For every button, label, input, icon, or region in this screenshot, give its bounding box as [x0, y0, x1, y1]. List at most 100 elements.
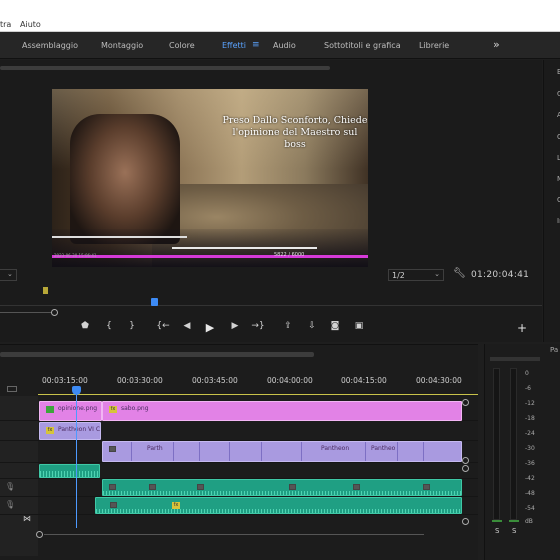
clip-cut [365, 442, 366, 461]
microphone-icon[interactable]: 🎙︎ [5, 500, 15, 509]
play-icon[interactable]: ▶︎ [203, 321, 217, 334]
microphone-icon[interactable]: 🎙︎ [5, 482, 15, 491]
zoom-handle[interactable] [51, 309, 58, 316]
clip-cut [131, 442, 132, 461]
timeline-clip-v1[interactable]: Parth Pantheon Pantheo [102, 441, 462, 462]
meter-scale-label: -36 [525, 460, 535, 467]
export-frame-icon[interactable]: ◙ [328, 321, 342, 331]
timeline-audio-clip[interactable]: fx [95, 497, 462, 514]
ruler-label: 00:03:45:00 [192, 376, 238, 385]
mark-in-icon[interactable]: { [102, 321, 116, 331]
meter-channel-right [510, 368, 517, 520]
solo-button[interactable]: S [495, 527, 499, 535]
video-caption: Preso Dallo Sconforto, Chiede l'opinione… [222, 115, 368, 150]
audio-meter-tab[interactable] [490, 357, 540, 361]
wrench-icon[interactable]: 🔧︎ [453, 268, 466, 279]
meter-scale-label: -30 [525, 445, 535, 452]
panel-tab[interactable]: Pa [550, 346, 558, 354]
ruler-label: 00:04:15:00 [341, 376, 387, 385]
workspace-tab-audio[interactable]: Audio [273, 41, 296, 50]
timeline-audio-clip[interactable] [102, 479, 462, 496]
app-menubar: tra Aiuto [0, 0, 560, 32]
nested-audio-icon [109, 484, 116, 490]
clip-cut [301, 442, 302, 461]
meter-scale-label: -48 [525, 490, 535, 497]
double-chevron-right-icon[interactable]: » [493, 38, 500, 51]
extract-icon[interactable]: ⇩ [305, 321, 319, 331]
monitor-playhead[interactable] [151, 298, 158, 306]
clip-cut [397, 442, 398, 461]
workspace-tab-assembly[interactable]: Assemblaggio [22, 41, 78, 50]
go-to-in-icon[interactable]: {← [156, 321, 170, 331]
clip-name: opinione.png [58, 405, 98, 412]
audio-waveform [40, 471, 99, 477]
mark-out-icon[interactable]: } [125, 321, 139, 331]
marker-icon[interactable]: ⬟ [78, 321, 92, 331]
workspace-tab-effects[interactable]: Effetti [222, 41, 246, 50]
workspace-tab-color[interactable]: Colore [169, 41, 195, 50]
image-icon [46, 406, 54, 413]
audio-waveform [103, 491, 461, 495]
track-divider [0, 462, 478, 463]
meter-level [492, 520, 502, 522]
ruler-label: 00:04:30:00 [416, 376, 462, 385]
workspace-tab-captions[interactable]: Sottotitoli e grafica [324, 41, 401, 50]
timeline-playhead[interactable] [72, 386, 81, 395]
chevron-down-icon: ⌄ [434, 270, 440, 278]
menu-item-view[interactable]: tra [0, 20, 11, 29]
go-to-out-icon[interactable]: →} [251, 321, 265, 331]
meter-scale-label: -54 [525, 505, 535, 512]
comparison-icon[interactable]: ▣ [352, 321, 366, 331]
ruler-label: 00:04:00:00 [267, 376, 313, 385]
work-area-bar[interactable] [38, 394, 478, 395]
workspace-tab-libraries[interactable]: Librerie [419, 41, 449, 50]
track-scroll-handle[interactable] [462, 518, 469, 525]
timeline-zoom-scroll[interactable] [44, 534, 424, 535]
timeline-zoom-handle[interactable] [36, 531, 43, 538]
step-forward-icon[interactable]: ▶︎ [228, 321, 242, 331]
track-scroll-handle[interactable] [462, 465, 469, 472]
meter-scale-label: -18 [525, 415, 535, 422]
step-back-icon[interactable]: ◀︎ [180, 321, 194, 331]
monitor-tab-strip[interactable] [0, 66, 330, 70]
transport-controls: ⬟ { } {← ◀︎ ▶︎ ▶︎ →} ⇪ ⇩ ◙ ▣ + [0, 321, 542, 339]
nested-audio-icon [197, 484, 204, 490]
video-streamer-webcam [70, 114, 180, 244]
resolution-value: 1/2 [392, 271, 405, 280]
fit-dropdown[interactable]: ⌄ [0, 269, 17, 281]
menu-item-help[interactable]: Aiuto [20, 20, 41, 29]
nested-audio-icon [110, 502, 117, 508]
meter-scale-label: -6 [525, 385, 531, 392]
timeline-clip-v3[interactable]: opinione.png [39, 401, 102, 421]
resolution-dropdown[interactable]: 1/2 ⌄ [388, 269, 444, 281]
clip-cut [229, 442, 230, 461]
monitor-mini-timeline[interactable] [0, 305, 542, 306]
collapse-tracks-icon[interactable]: ⋈ [23, 514, 31, 523]
meter-scale-label: -12 [525, 400, 535, 407]
ruler-label: 00:03:30:00 [117, 376, 163, 385]
timeline-playhead-line [76, 392, 77, 528]
timeline-audio-clip[interactable] [39, 464, 100, 478]
timeline-clip-v2[interactable]: fx Pantheon VI C [39, 422, 101, 440]
captions-icon[interactable] [7, 386, 17, 392]
video-hud-bar [172, 247, 317, 249]
track-divider [0, 514, 478, 515]
timeline-tab-strip[interactable] [0, 352, 314, 357]
timeline-clip-v3[interactable]: fx sabo.png [102, 401, 462, 421]
add-button-icon[interactable]: + [515, 321, 529, 335]
meter-scale-label: -24 [525, 430, 535, 437]
meter-channel-left [493, 368, 500, 520]
track-scroll-handle[interactable] [462, 399, 469, 406]
meter-scale-label: dB [525, 518, 533, 525]
clip-name: Pantheo [371, 445, 396, 452]
monitor-zoom-scroll[interactable] [0, 312, 52, 313]
hamburger-icon[interactable]: ≡ [252, 40, 260, 50]
track-scroll-handle[interactable] [462, 457, 469, 464]
clip-name: Pantheon VI C [58, 426, 101, 433]
audio-waveform [96, 509, 461, 513]
meter-level [509, 520, 519, 522]
workspace-tab-editing[interactable]: Montaggio [101, 41, 143, 50]
lift-icon[interactable]: ⇪ [281, 321, 295, 331]
nested-audio-icon [423, 484, 430, 490]
solo-button[interactable]: S [512, 527, 516, 535]
